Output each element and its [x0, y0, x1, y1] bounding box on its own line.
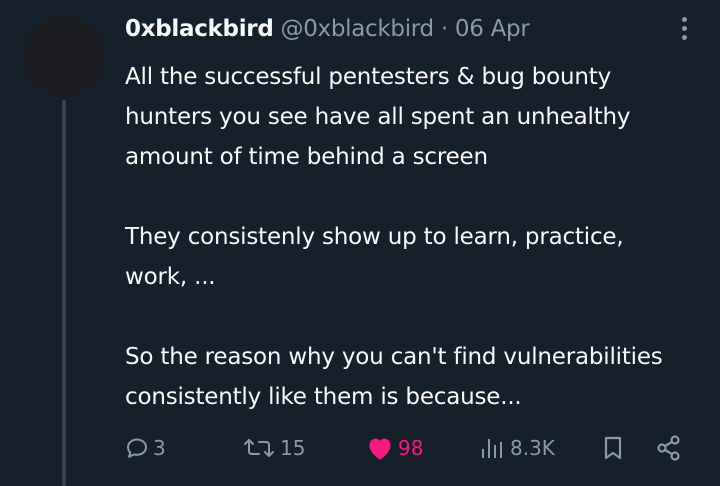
heart-icon — [369, 438, 391, 460]
views-icon — [482, 439, 502, 458]
tweet-line: So the reason why you can't find vulnera… — [125, 344, 663, 370]
tweet-line: work, ... — [125, 264, 216, 290]
handle[interactable]: @0xblackbird — [281, 16, 435, 42]
views-count: 8.3K — [510, 436, 555, 460]
tweet-header: 0xblackbird @0xblackbird · 06 Apr — [125, 10, 665, 48]
more-vertical-icon[interactable] — [676, 17, 692, 47]
tweet-line: consistently like them is because... — [125, 384, 522, 410]
tweet-date[interactable]: 06 Apr — [455, 16, 530, 42]
reply-button[interactable]: 3 — [125, 428, 166, 468]
bookmark-button[interactable] — [602, 428, 628, 468]
bookmark-icon — [604, 436, 622, 460]
tweet-line: hunters you see have all spent an unheal… — [125, 104, 631, 130]
reply-count: 3 — [153, 436, 166, 460]
share-button[interactable] — [655, 428, 687, 468]
tweet-text: All the successful pentesters & bug boun… — [125, 57, 715, 417]
share-icon — [657, 435, 680, 461]
retweet-icon — [244, 439, 274, 457]
action-bar: 3 15 98 8.3K — [0, 428, 720, 468]
separator: · — [440, 16, 448, 42]
tweet-line: All the successful pentesters & bug boun… — [125, 64, 612, 90]
views-button[interactable]: 8.3K — [480, 428, 555, 468]
tweet-line: amount of time behind a screen — [125, 144, 488, 170]
like-button[interactable]: 98 — [366, 428, 423, 468]
retweet-count: 15 — [280, 436, 306, 460]
avatar[interactable] — [24, 17, 104, 97]
like-count: 98 — [398, 436, 424, 460]
retweet-button[interactable]: 15 — [242, 428, 305, 468]
reply-icon — [127, 438, 147, 458]
display-name[interactable]: 0xblackbird — [125, 16, 274, 42]
tweet-line: They consistenly show up to learn, pract… — [125, 224, 624, 250]
